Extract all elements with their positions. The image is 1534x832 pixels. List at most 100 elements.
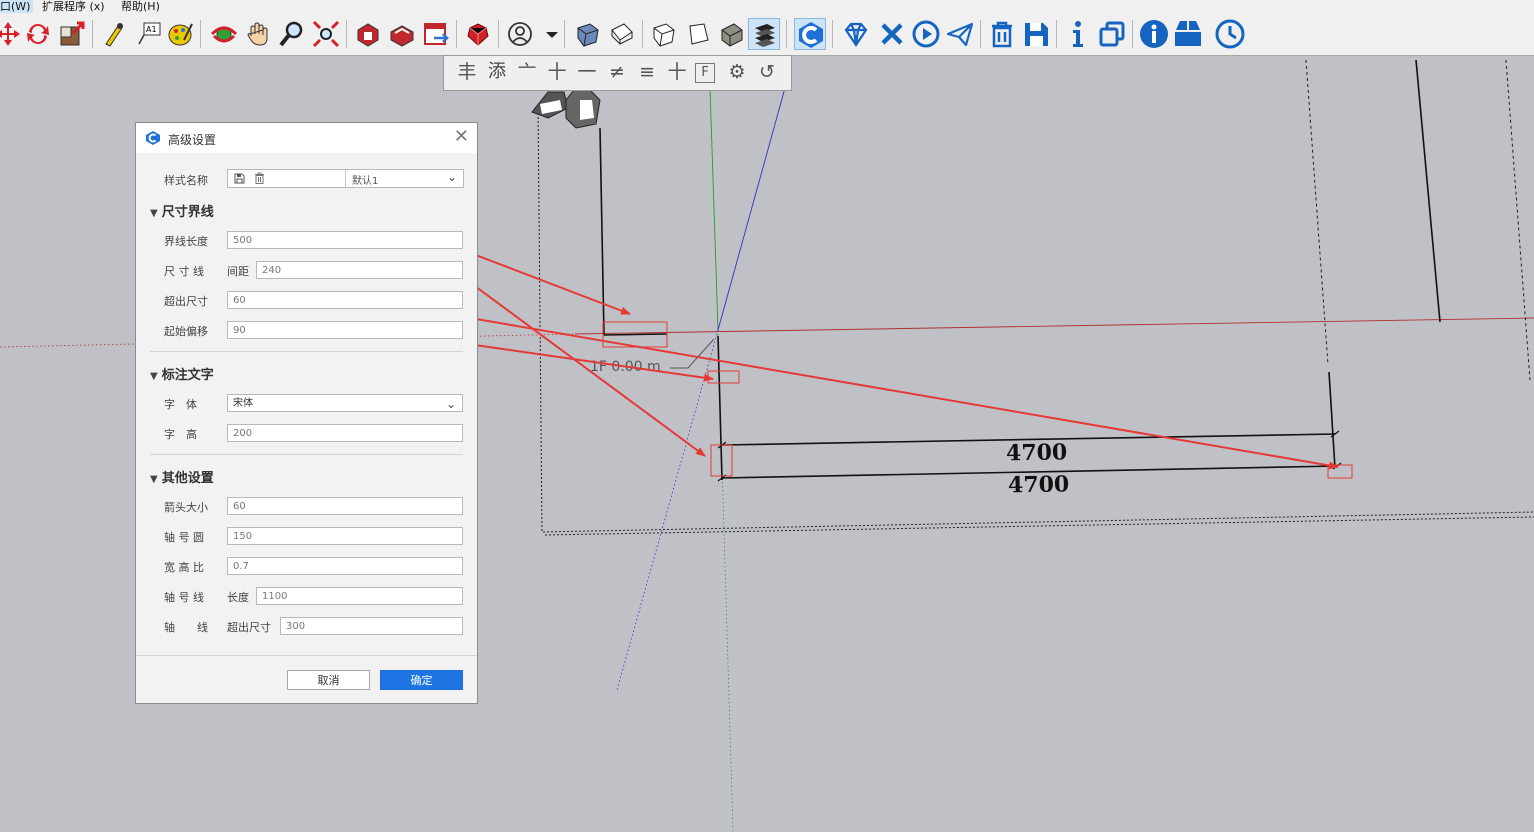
scale-figure-icon — [531, 89, 601, 129]
menu-bar: 口(W) 扩展程序 (x) 帮助(H) — [0, 0, 1534, 14]
chevron-down-icon[interactable]: ⌄ — [447, 170, 457, 184]
dim-merge-icon[interactable]: ≡ — [635, 60, 659, 84]
trash-icon[interactable] — [986, 18, 1018, 50]
move-icon[interactable] — [0, 18, 24, 50]
style-name-field[interactable]: 默认1 ⌄ — [227, 169, 464, 188]
scale-icon[interactable] — [56, 18, 88, 50]
clock-icon[interactable] — [1214, 18, 1246, 50]
zoom-icon[interactable] — [276, 18, 308, 50]
axis-overshoot-input[interactable]: 300 — [280, 617, 463, 635]
font-label: 字 体 — [164, 398, 197, 411]
axis-circle-input[interactable]: 150 — [227, 527, 463, 545]
level-mark-icon[interactable]: 亠 — [515, 60, 539, 84]
send-icon[interactable] — [944, 18, 976, 50]
chevron-down-icon[interactable] — [536, 18, 558, 50]
svg-text:A1: A1 — [146, 25, 157, 34]
axis-circle-label: 轴 号 圆 — [164, 531, 204, 544]
back-view-icon[interactable] — [716, 18, 748, 50]
window-icon[interactable] — [1172, 18, 1204, 50]
style-name-value: 默认1 — [352, 176, 379, 187]
close-x-icon[interactable] — [876, 18, 908, 50]
settings-icon[interactable]: ⚙ — [725, 60, 749, 84]
overshoot-label: 超出尺寸 — [164, 295, 208, 308]
grid-axis-icon[interactable]: 丰 — [455, 60, 479, 84]
warehouse-icon[interactable] — [352, 18, 384, 50]
play-icon[interactable] — [910, 18, 942, 50]
top-view-icon[interactable] — [606, 18, 638, 50]
frame-f-icon[interactable]: F — [695, 63, 715, 83]
collapse-triangle-icon: ▼ — [150, 208, 158, 219]
orbit-icon[interactable] — [208, 18, 240, 50]
dim-aligned-icon[interactable]: 一 — [575, 60, 599, 84]
axis-line-length-input[interactable]: 1100 — [256, 587, 463, 605]
dimension-text-upper: 4700 — [1006, 439, 1068, 466]
axis-label: 轴 线 — [164, 621, 208, 634]
start-offset-input[interactable]: 90 — [227, 321, 463, 339]
save-style-icon[interactable] — [234, 173, 245, 184]
diamond-icon[interactable] — [840, 18, 872, 50]
undo-icon[interactable]: ↺ — [755, 60, 779, 84]
collapse-triangle-icon: ▼ — [150, 371, 158, 382]
font-value: 宋体 — [233, 398, 253, 409]
axis-line-label: 轴 号 线 — [164, 591, 204, 604]
dim-break-icon[interactable]: ≠ — [605, 60, 629, 84]
aspect-ratio-input[interactable]: 0.7 — [227, 557, 463, 575]
dim-line-spacing-label: 间距 — [227, 265, 249, 278]
right-view-icon[interactable] — [682, 18, 714, 50]
layout-icon[interactable] — [748, 18, 780, 50]
share-model-icon[interactable] — [420, 18, 452, 50]
text-height-input[interactable]: 200 — [227, 424, 463, 442]
start-offset-label: 起始偏移 — [164, 325, 208, 338]
text-label-icon[interactable]: A1 — [134, 18, 166, 50]
rotate-icon[interactable] — [22, 18, 54, 50]
advanced-settings-dialog: 高级设置 ✕ 样式名称 默认1 ⌄ ▼ 尺寸界线 界线长度 500 尺 寸 线 间… — [135, 122, 478, 704]
info-circle-icon[interactable] — [1138, 18, 1170, 50]
front-view-icon[interactable] — [648, 18, 680, 50]
section-other-settings[interactable]: ▼ 其他设置 — [150, 467, 214, 486]
app-logo-icon — [146, 131, 160, 145]
menu-extensions[interactable]: 扩展程序 (x) — [42, 0, 105, 13]
style-name-label: 样式名称 — [164, 174, 208, 187]
ruby-console-icon[interactable] — [462, 18, 494, 50]
extension-warehouse-icon[interactable] — [386, 18, 418, 50]
cancel-button[interactable]: 取消 — [287, 670, 370, 690]
main-toolbar: A1 — [0, 14, 1534, 56]
account-icon[interactable] — [506, 18, 538, 50]
iso-view-icon[interactable] — [572, 18, 604, 50]
collapse-triangle-icon: ▼ — [150, 474, 158, 485]
dimension-text-lower: 4700 — [1008, 471, 1070, 498]
section-dimension-text[interactable]: ▼ 标注文字 — [150, 364, 214, 383]
aspect-ratio-label: 宽 高 比 — [164, 561, 204, 574]
dim-line-spacing-input[interactable]: 240 — [256, 261, 463, 279]
pan-icon[interactable] — [242, 18, 274, 50]
close-icon[interactable]: ✕ — [454, 127, 469, 147]
text-height-label: 字 高 — [164, 428, 197, 441]
logo-c-icon[interactable] — [794, 18, 826, 50]
dimension-toolbar: 丰 添 亠 十 一 ≠ ≡ 十 F ⚙ ↺ — [443, 55, 792, 91]
ext-length-label: 界线长度 — [164, 235, 208, 248]
axis-line-length-label: 长度 — [227, 591, 249, 604]
font-select[interactable]: 宋体 ⌄ — [227, 394, 463, 412]
paint-bucket-icon[interactable] — [164, 18, 196, 50]
info-icon[interactable] — [1062, 18, 1094, 50]
dialog-title: 高级设置 — [168, 133, 217, 147]
add-dimension-icon[interactable]: 添 — [485, 60, 509, 84]
ok-button[interactable]: 确定 — [380, 670, 463, 690]
dim-line-label: 尺 寸 线 — [164, 265, 204, 278]
section-dimension-lines[interactable]: ▼ 尺寸界线 — [150, 201, 214, 220]
overshoot-input[interactable]: 60 — [227, 291, 463, 309]
dim-add-point-icon[interactable]: 十 — [665, 60, 689, 84]
ext-length-input[interactable]: 500 — [227, 231, 463, 249]
chevron-down-icon: ⌄ — [445, 397, 456, 411]
arrow-size-label: 箭头大小 — [164, 501, 208, 514]
zoom-extents-icon[interactable] — [310, 18, 342, 50]
delete-style-icon[interactable] — [254, 172, 265, 184]
menu-window[interactable]: 口(W) — [0, 0, 34, 13]
dialog-title-bar[interactable]: 高级设置 ✕ — [136, 123, 477, 153]
save-icon[interactable] — [1020, 18, 1052, 50]
copy-icon[interactable] — [1096, 18, 1128, 50]
tape-measure-icon[interactable] — [98, 18, 130, 50]
arrow-size-input[interactable]: 60 — [227, 497, 463, 515]
menu-help[interactable]: 帮助(H) — [121, 0, 160, 13]
dim-horizontal-icon[interactable]: 十 — [545, 60, 569, 84]
